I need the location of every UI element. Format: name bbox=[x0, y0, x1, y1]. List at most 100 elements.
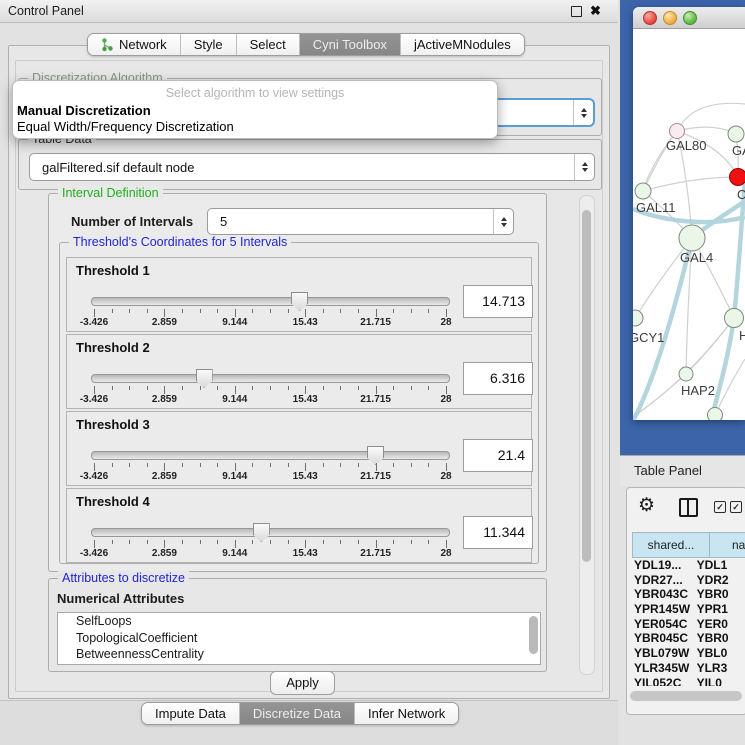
panel-scrollbar-thumb[interactable] bbox=[582, 210, 591, 562]
network-canvas[interactable]: GAL80GACGAL11GAL4GCY1HHAP2 bbox=[633, 29, 745, 420]
tab-cyni-toolbox[interactable]: Cyni Toolbox bbox=[299, 34, 400, 55]
tick-label: 21.715 bbox=[360, 471, 391, 482]
tab-impute-data[interactable]: Impute Data bbox=[142, 703, 239, 724]
network-icon bbox=[101, 38, 114, 52]
tab-network[interactable]: Network bbox=[88, 34, 180, 55]
tab-jactivemnodules[interactable]: jActiveMNodules bbox=[400, 34, 524, 55]
network-node[interactable] bbox=[670, 124, 685, 139]
zoom-traffic-light-icon[interactable] bbox=[683, 11, 697, 25]
attribute-list-item[interactable]: BetweennessCentrality bbox=[58, 646, 540, 663]
num-intervals-combo[interactable]: 5 bbox=[207, 208, 514, 235]
table-row[interactable]: YER054CYER0 bbox=[632, 617, 745, 632]
network-window-titlebar bbox=[633, 7, 745, 29]
numerical-attributes-list[interactable]: SelfLoopsTopologicalCoefficientBetweenne… bbox=[57, 612, 541, 665]
tick-label: 2.859 bbox=[152, 471, 177, 482]
tick-label: 15.43 bbox=[293, 548, 318, 559]
threshold-slider[interactable] bbox=[91, 374, 450, 383]
threshold-label: Threshold 1 bbox=[76, 263, 150, 278]
network-node[interactable] bbox=[730, 169, 745, 186]
table-header-row: shared... na bbox=[632, 532, 745, 558]
node-label: GCY1 bbox=[633, 330, 664, 345]
threshold-card: Threshold 4-3.4262.8599.14415.4321.71528… bbox=[66, 488, 532, 563]
threshold-slider[interactable] bbox=[91, 451, 450, 460]
attribute-list-item[interactable]: SelfLoops bbox=[58, 613, 540, 630]
table-row[interactable]: YBR045CYBR0 bbox=[632, 631, 745, 646]
combo-stepper-icon[interactable] bbox=[574, 154, 594, 180]
network-node[interactable] bbox=[679, 367, 693, 381]
network-window-frame: GAL80GACGAL11GAL4GCY1HHAP2 bbox=[620, 0, 745, 455]
network-node[interactable] bbox=[725, 309, 744, 328]
combo-stepper-icon[interactable] bbox=[573, 100, 593, 125]
tab-discretize-data[interactable]: Discretize Data bbox=[239, 703, 354, 724]
gear-icon[interactable]: ⚙ bbox=[638, 495, 655, 517]
tick-label: 21.715 bbox=[360, 394, 391, 405]
attribute-list-item[interactable]: TopologicalCoefficient bbox=[58, 630, 540, 647]
close-icon[interactable]: ✖ bbox=[590, 2, 601, 20]
threshold-label: Threshold 3 bbox=[76, 417, 150, 432]
table-data-combo-value: galFiltered.sif default node bbox=[42, 154, 194, 180]
table-row[interactable]: YPR145WYPR1 bbox=[632, 602, 745, 617]
columns-icon[interactable] bbox=[679, 498, 698, 517]
tick-label: 2.859 bbox=[152, 394, 177, 405]
combo-stepper-icon[interactable] bbox=[493, 209, 513, 234]
threshold-label: Threshold 4 bbox=[76, 494, 150, 509]
threshold-value-field[interactable]: 21.4 bbox=[463, 439, 533, 472]
popup-item-equal-width-frequency[interactable]: Equal Width/Frequency Discretization bbox=[17, 119, 234, 134]
network-nodes[interactable]: GAL80GACGAL11GAL4GCY1HHAP2 bbox=[633, 124, 745, 421]
cyni-mode-tabbar: Impute Data Discretize Data Infer Networ… bbox=[141, 702, 459, 725]
table-row[interactable]: YDR27...YDR2 bbox=[632, 573, 745, 588]
column-header-shared-name[interactable]: shared... bbox=[632, 532, 710, 558]
table-row[interactable]: YIL052CYIL0 bbox=[632, 676, 745, 687]
node-label: GA bbox=[732, 143, 745, 158]
tick-label: -3.426 bbox=[80, 548, 108, 559]
column-header-name[interactable]: na bbox=[710, 532, 745, 558]
table-row[interactable]: YDL19...YDL1 bbox=[632, 558, 745, 573]
table-panel-header: Table Panel bbox=[620, 455, 745, 486]
tick-label: 9.144 bbox=[222, 394, 247, 405]
horizontal-scrollbar[interactable] bbox=[630, 691, 742, 701]
popup-hint: Select algorithm to view settings bbox=[13, 86, 497, 100]
minimize-traffic-light-icon[interactable] bbox=[663, 11, 677, 25]
num-intervals-value: 5 bbox=[220, 209, 227, 234]
float-panel-icon[interactable] bbox=[571, 6, 582, 17]
table-row[interactable]: YLR345WYLR3 bbox=[632, 661, 745, 676]
network-node[interactable] bbox=[708, 408, 723, 421]
tick-label: 21.715 bbox=[360, 548, 391, 559]
threshold-value-field[interactable]: 11.344 bbox=[463, 516, 533, 549]
threshold-value-field[interactable]: 6.316 bbox=[463, 362, 533, 395]
node-label: GAL80 bbox=[666, 138, 706, 153]
list-scrollbar[interactable] bbox=[529, 616, 538, 654]
panel-scrollbar[interactable] bbox=[579, 195, 595, 675]
network-node[interactable] bbox=[635, 183, 651, 199]
checkbox-icon[interactable]: ✓ bbox=[730, 501, 742, 513]
checkbox-icon[interactable]: ✓ bbox=[714, 501, 726, 513]
control-panel-titlebar: Control Panel ✖ bbox=[0, 0, 618, 23]
tab-infer-network[interactable]: Infer Network bbox=[354, 703, 458, 724]
table-body[interactable]: YDL19...YDL1YDR27...YDR2YBR043CYBR0YPR14… bbox=[632, 558, 745, 686]
threshold-slider[interactable] bbox=[91, 528, 450, 537]
table-row[interactable]: YBR043CYBR0 bbox=[632, 587, 745, 602]
tick-label: 15.43 bbox=[293, 394, 318, 405]
threshold-value-field[interactable]: 14.713 bbox=[463, 285, 533, 318]
node-label: C bbox=[737, 187, 745, 202]
table-data-combo[interactable]: galFiltered.sif default node bbox=[29, 153, 595, 181]
table-row[interactable]: YBL079WYBL0 bbox=[632, 646, 745, 661]
close-traffic-light-icon[interactable] bbox=[643, 11, 657, 25]
tick-label: 9.144 bbox=[222, 548, 247, 559]
popup-item-manual-discretization[interactable]: Manual Discretization bbox=[17, 103, 151, 118]
threshold-cards: Threshold 1-3.4262.8599.14415.4321.71528… bbox=[60, 257, 532, 565]
tab-select[interactable]: Select bbox=[236, 34, 299, 55]
tick-label: -3.426 bbox=[80, 317, 108, 328]
threshold-card: Threshold 2-3.4262.8599.14415.4321.71528… bbox=[66, 334, 532, 409]
tick-label: 2.859 bbox=[152, 317, 177, 328]
algorithm-dropdown-popup: Select algorithm to view settings Manual… bbox=[12, 80, 498, 139]
network-node[interactable] bbox=[633, 310, 643, 326]
node-label: HAP2 bbox=[681, 383, 715, 398]
network-node[interactable] bbox=[728, 126, 744, 142]
network-node[interactable] bbox=[679, 225, 705, 251]
tab-style[interactable]: Style bbox=[180, 34, 236, 55]
apply-button[interactable]: Apply bbox=[270, 671, 335, 695]
threshold-slider[interactable] bbox=[91, 297, 450, 306]
table-panel: ⚙ ✓ ✓ shared... na YDL19...YDL1YDR27...Y… bbox=[626, 487, 745, 715]
network-window: GAL80GACGAL11GAL4GCY1HHAP2 bbox=[633, 7, 745, 420]
